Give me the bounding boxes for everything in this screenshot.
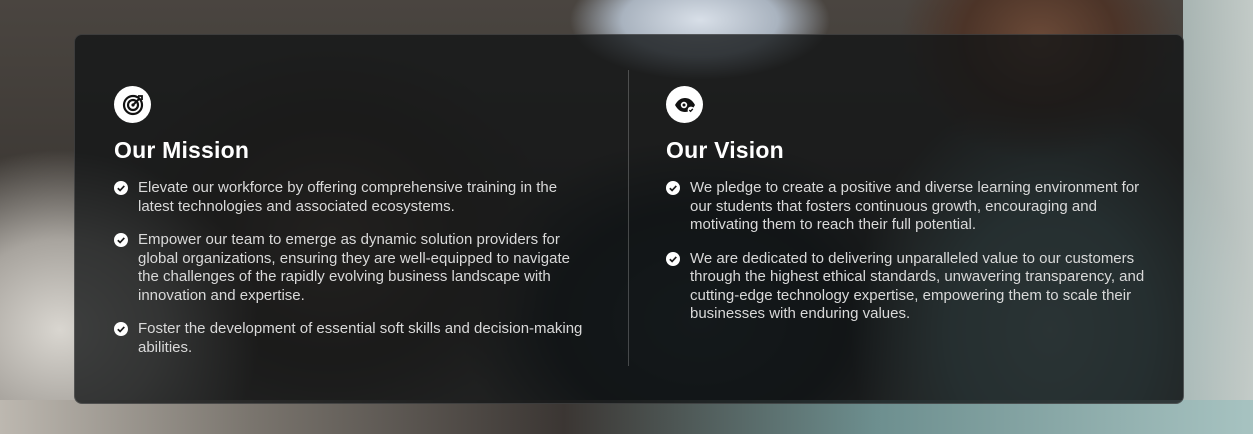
mission-list: Elevate our workforce by offering compre… (114, 179, 594, 357)
column-divider (628, 70, 629, 366)
list-item: Empower our team to emerge as dynamic so… (114, 231, 594, 305)
list-item-text: We pledge to create a positive and diver… (690, 179, 1140, 233)
list-item: We are dedicated to delivering unparalle… (666, 250, 1156, 324)
list-item-text: We are dedicated to delivering unparalle… (690, 249, 1145, 323)
mission-section: Our Mission Elevate our workforce by off… (114, 86, 594, 372)
vision-list: We pledge to create a positive and diver… (666, 179, 1156, 324)
list-item: Elevate our workforce by offering compre… (114, 179, 594, 216)
list-item-text: Elevate our workforce by offering compre… (138, 179, 558, 215)
target-icon (114, 86, 151, 123)
check-circle-icon (114, 233, 128, 247)
vision-section: Our Vision We pledge to create a positiv… (666, 86, 1156, 339)
list-item-text: Empower our team to emerge as dynamic so… (138, 231, 570, 304)
check-circle-icon (114, 181, 128, 195)
mission-title: Our Mission (114, 137, 250, 163)
check-circle-icon (114, 322, 128, 336)
background-photo-edge (1183, 0, 1253, 434)
list-item: Foster the development of essential soft… (114, 320, 594, 357)
list-item: We pledge to create a positive and diver… (666, 179, 1156, 235)
list-item-text: Foster the development of essential soft… (138, 320, 583, 356)
eye-icon (666, 86, 703, 123)
check-circle-icon (666, 181, 680, 195)
vision-title: Our Vision (666, 137, 784, 163)
check-circle-icon (666, 251, 680, 266)
background-photo-bottom (0, 400, 1253, 434)
